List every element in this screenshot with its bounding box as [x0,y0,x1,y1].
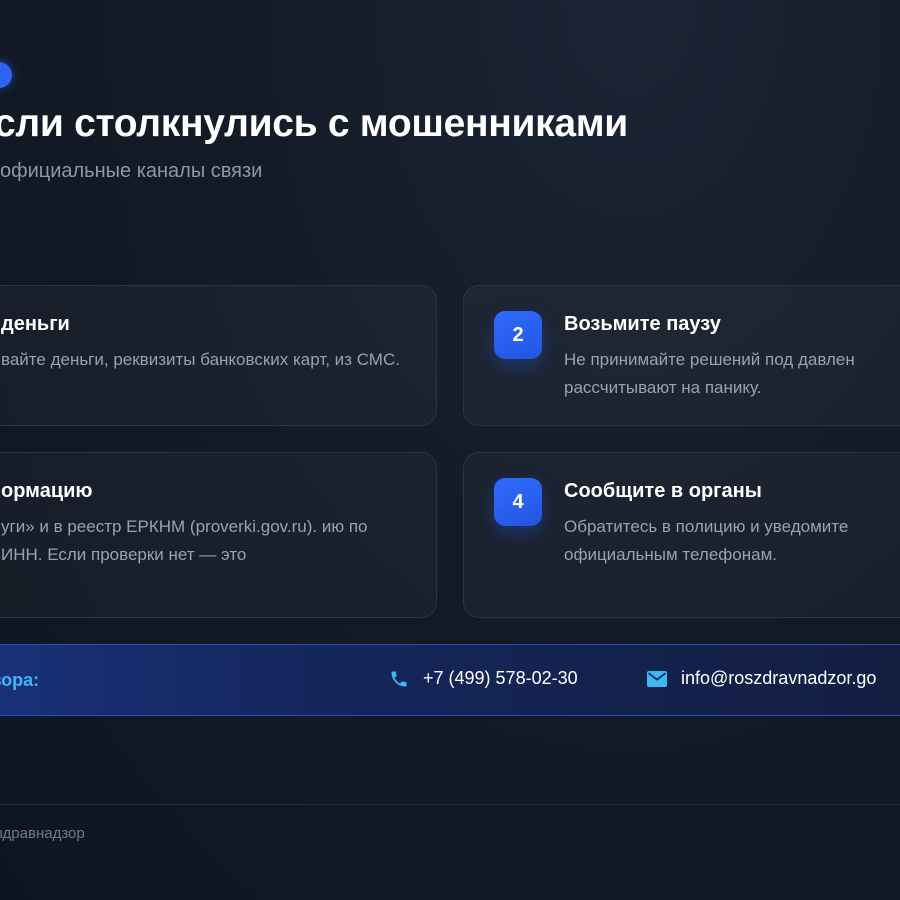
tip-card-text-line: Обратитесь в полицию и уведомите [564,517,849,536]
phone-link[interactable]: +7 (499) 578-02-30 [389,668,578,689]
step-number-badge: 4 [494,478,542,526]
tip-card-text: Не принимайте решений под давлен рассчит… [564,346,855,402]
mail-icon [647,670,667,687]
tip-card-3: ормацию уги» и в реестр ЕРКНМ (proverki.… [0,452,437,618]
tip-card-text-line: официальным телефонам. [564,545,777,564]
email-link[interactable]: info@roszdravnadzor.go [647,668,876,689]
tip-card-title: ормацию [1,480,93,502]
page-subtitle: официальные каналы связи [0,160,263,182]
tip-card-2: 2 Возьмите паузу Не принимайте решений п… [463,285,900,426]
tip-card-text: уги» и в реестр ЕРКНМ (proverki.gov.ru).… [1,517,368,564]
logo-dot-icon [0,62,12,88]
contact-bar: адзора: +7 (499) 578-02-30 info@roszdrav… [0,644,900,716]
tip-card-title: Сообщите в органы [564,480,762,502]
contact-label: адзора: [0,670,40,690]
step-number-badge: 2 [494,311,542,359]
tip-card-text: вайте деньги, реквизиты банковских карт,… [1,350,400,369]
email-address: info@roszdravnadzor.go [681,668,877,688]
tip-card-text-line: Не принимайте решений под давлен [564,350,855,369]
footer-text: здравнадзор [0,825,85,842]
page-title: сли столкнулись с мошенниками [0,102,628,145]
tip-card-4: 4 Сообщите в органы Обратитесь в полицию… [463,452,900,618]
tip-card-title: деньги [1,313,70,335]
tip-card-1: деньги вайте деньги, реквизиты банковски… [0,285,437,426]
page: сли столкнулись с мошенниками официальны… [0,0,900,900]
tip-card-text-line: рассчитывают на панику. [564,378,762,397]
tip-card-title: Возьмите паузу [564,313,721,335]
footer-divider [0,804,900,805]
phone-icon [389,669,409,689]
phone-number: +7 (499) 578-02-30 [423,668,578,688]
tip-card-text: Обратитесь в полицию и уведомите официал… [564,513,848,569]
